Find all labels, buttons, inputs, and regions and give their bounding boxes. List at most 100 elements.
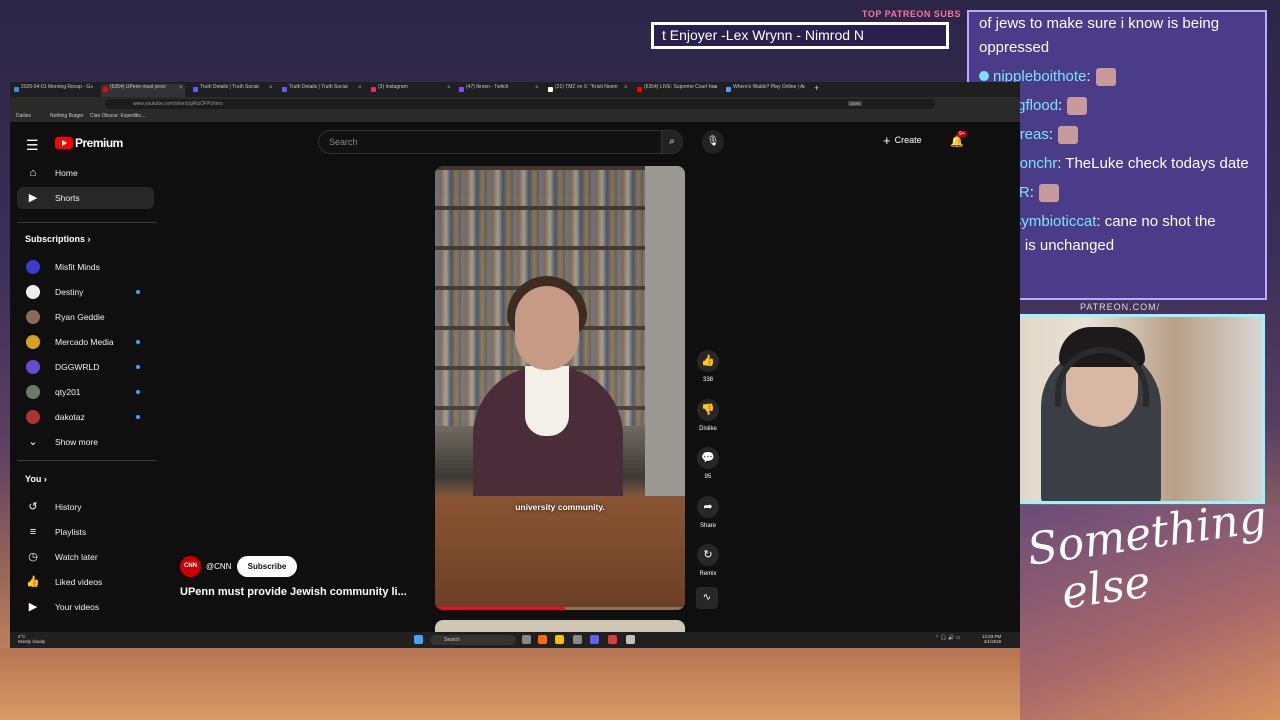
firefox-icon[interactable] (538, 635, 547, 644)
subscription-item[interactable]: Ryan Geddie (17, 306, 154, 328)
thumbs-down-icon: 👎 (697, 399, 719, 421)
zoom-level[interactable]: 100% (848, 101, 863, 106)
like-button[interactable]: 👍 338 (695, 350, 721, 383)
remix-button[interactable]: ↻ Remix (695, 544, 721, 577)
close-tab-icon[interactable]: × (90, 85, 94, 91)
plus-icon: + (883, 133, 891, 148)
discord-icon[interactable] (590, 635, 599, 644)
clock-date: 4/1/2026 (983, 639, 1002, 644)
subscription-item[interactable]: Destiny (17, 281, 154, 303)
app-icon[interactable] (573, 635, 582, 644)
close-tab-icon[interactable]: × (802, 85, 806, 91)
settings-icon[interactable] (626, 635, 635, 644)
bookmarks-bar: Dailies Nothing Burger Clair Obscur: Exped… (10, 111, 1020, 122)
sound-wave-icon[interactable]: ∿ (696, 587, 718, 609)
bookmark-item[interactable]: Dailies (16, 113, 31, 119)
search-icon[interactable]: ⌕ (661, 130, 683, 154)
you-header-label: You (25, 474, 42, 484)
video-progress-bar[interactable] (435, 607, 685, 610)
subscription-item[interactable]: qty201 (17, 381, 154, 403)
task-view-icon[interactable] (522, 635, 531, 644)
subscriptions-header[interactable]: Subscriptions › (25, 234, 91, 244)
remix-icon: ↻ (697, 544, 719, 566)
browser-tab[interactable]: Where's Waldo? Play Online | A (724, 84, 808, 97)
home-icon: ⌂ (29, 167, 37, 179)
dislike-button[interactable]: 👎 Dislike (695, 399, 721, 432)
short-video-player[interactable]: university community. (435, 166, 685, 610)
subscription-item[interactable]: Mercado Media (17, 331, 154, 353)
bookmark-item[interactable]: Clair Obscur: Expeditio... (90, 113, 145, 119)
weather-desc: Mostly cloudy (18, 639, 46, 644)
browser-tab[interactable]: Truth Details | Truth Social (191, 84, 275, 97)
browser-tab[interactable]: 2026-04-01 Morning Recap - G (12, 84, 96, 97)
sidebar-divider (17, 222, 157, 223)
comments-button[interactable]: 💬 95 (695, 447, 721, 480)
sidebar-item-liked-videos[interactable]: 👍 Liked videos (17, 571, 154, 593)
close-tab-icon[interactable]: × (624, 85, 628, 91)
channel-avatar[interactable]: CNN (180, 556, 201, 577)
file-explorer-icon[interactable] (555, 635, 564, 644)
sidebar-item-home[interactable]: ⌂ Home (17, 162, 154, 184)
channel-handle[interactable]: @CNN (206, 562, 231, 571)
browser-tab[interactable]: (21) TMZ on X: "Kristi Noem (546, 84, 630, 97)
microphone-icon[interactable]: 🎙 (702, 130, 724, 154)
browser-tab[interactable]: (6354) LIVE: Supreme Court hea (635, 84, 719, 97)
close-tab-icon[interactable]: × (535, 85, 539, 91)
chat-message: nippleboithote: (979, 65, 1255, 89)
browser-tab[interactable]: (3) Instagram (369, 84, 453, 97)
weather-widget[interactable]: 4°C Mostly cloudy (18, 634, 45, 644)
patreon-link: PATREON.COM/ (1080, 302, 1161, 312)
browser-tab[interactable]: Truth Details | Truth Social (280, 84, 364, 97)
share-button[interactable]: ➦ Share (695, 496, 721, 529)
office-wall (645, 166, 685, 496)
browser-tab[interactable]: (47) Ikrsen - Twitch (457, 84, 541, 97)
url-field[interactable]: www.youtube.com/shorts/gRtzOFPzhmo (105, 99, 935, 109)
close-tab-icon[interactable]: × (358, 85, 362, 91)
new-content-dot (136, 415, 140, 419)
sidebar-item-playlists[interactable]: ≡ Playlists (17, 521, 154, 543)
search-input[interactable]: Search (318, 130, 662, 154)
video-caption: university community. (515, 502, 605, 512)
you-header[interactable]: You › (25, 474, 47, 484)
create-label: Create (894, 135, 922, 145)
youtube-logo-icon[interactable] (55, 137, 73, 149)
dislike-label: Dislike (699, 426, 717, 432)
patreon-subs-label: TOP PATREON SUBS (862, 9, 961, 19)
subscription-item[interactable]: Misfit Minds (17, 256, 154, 278)
sidebar-item-your-videos[interactable]: ▶ Your videos (17, 596, 154, 618)
sidebar-item-label: Shorts (55, 193, 80, 203)
show-more-button[interactable]: ⌄ Show more (17, 431, 154, 453)
address-bar-row: www.youtube.com/shorts/gRtzOFPzhmo 100% (10, 97, 1020, 111)
share-label: Share (699, 523, 716, 529)
youtube-premium-logo[interactable]: Premium (75, 136, 123, 150)
channel-avatar (26, 410, 40, 424)
windows-start-icon[interactable] (414, 635, 423, 644)
new-content-dot (136, 390, 140, 394)
video-title[interactable]: UPenn must provide Jewish community li..… (180, 586, 430, 598)
sidebar-item-label: Your videos (55, 602, 100, 612)
sidebar-item-history[interactable]: ↺ History (17, 496, 154, 518)
close-tab-icon[interactable]: × (447, 85, 451, 91)
new-content-dot (136, 290, 140, 294)
obs-icon[interactable] (608, 635, 617, 644)
remix-label: Remix (699, 571, 717, 577)
new-tab-button[interactable]: + (814, 83, 819, 93)
system-tray[interactable]: ⌃ 🎧 🔊 ▭ (935, 635, 961, 641)
taskbar-clock[interactable]: 12:03 PM 4/1/2026 (982, 634, 1001, 644)
browser-tab[interactable]: (6354) UPenn must provi (101, 84, 185, 97)
taskbar-search[interactable]: Search (430, 635, 516, 645)
close-tab-icon[interactable]: × (713, 85, 717, 91)
desk (435, 496, 685, 610)
close-tab-icon[interactable]: × (179, 85, 183, 91)
chevron-down-icon: ⌄ (28, 436, 38, 448)
create-button[interactable]: + Create (883, 133, 922, 148)
subscription-item[interactable]: DGGWRLD (17, 356, 154, 378)
close-tab-icon[interactable]: × (269, 85, 273, 91)
speaker-collar (525, 366, 569, 436)
subscription-item[interactable]: dakotaz (17, 406, 154, 428)
sidebar-item-shorts[interactable]: ▶ Shorts (17, 187, 154, 209)
subscribe-button[interactable]: Subscribe (237, 556, 297, 577)
bookmark-item[interactable]: Nothing Burger (50, 113, 84, 119)
sidebar-item-watch-later[interactable]: ◷ Watch later (17, 546, 154, 568)
menu-icon[interactable]: ☰ (26, 137, 39, 154)
